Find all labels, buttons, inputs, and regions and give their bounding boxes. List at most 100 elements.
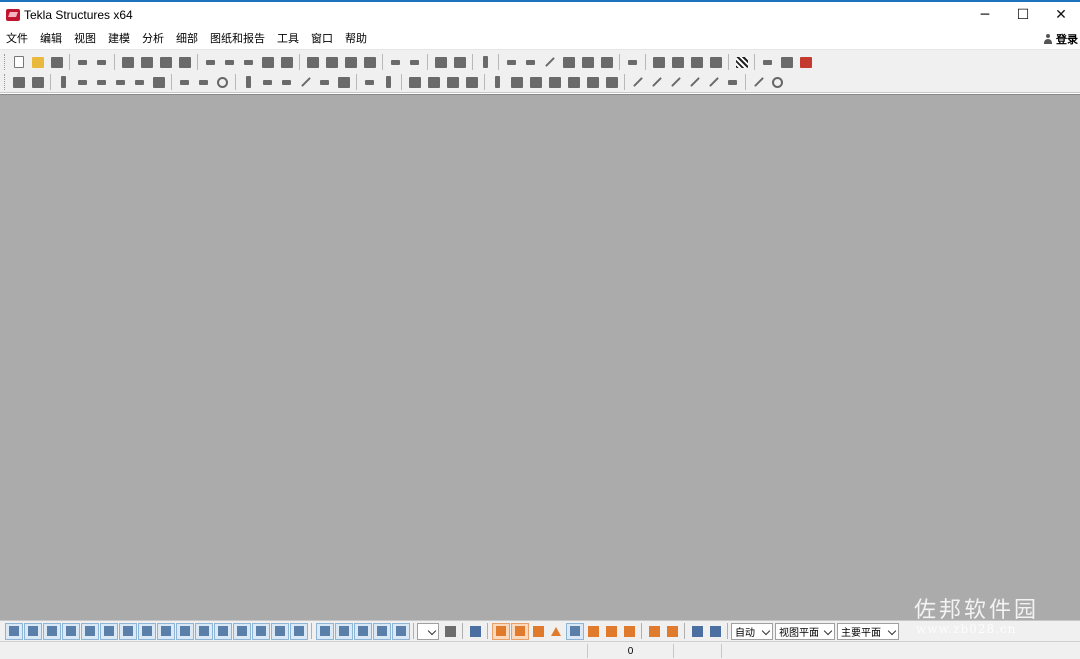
pour-button[interactable] bbox=[604, 74, 620, 90]
inquire-button[interactable] bbox=[478, 54, 494, 70]
undo-button[interactable] bbox=[75, 54, 91, 70]
menu-analysis[interactable]: 分析 bbox=[136, 28, 170, 50]
combine-parts-button[interactable] bbox=[566, 74, 582, 90]
menu-window[interactable]: 窗口 bbox=[305, 28, 339, 50]
view-properties-button[interactable] bbox=[222, 54, 238, 70]
snap-line-button[interactable] bbox=[630, 74, 646, 90]
snap-free-button[interactable] bbox=[664, 623, 680, 639]
components-button[interactable] bbox=[177, 54, 193, 70]
clash-check-button[interactable] bbox=[651, 54, 667, 70]
workplane-face-button[interactable] bbox=[343, 54, 359, 70]
move-button[interactable] bbox=[452, 54, 468, 70]
select-reference-models-button[interactable] bbox=[270, 622, 289, 640]
organizer-button[interactable] bbox=[798, 54, 814, 70]
snap-geometry-lines-button[interactable] bbox=[510, 622, 529, 640]
menu-modeling[interactable]: 建模 bbox=[102, 28, 136, 50]
orthogonal-beam-button[interactable] bbox=[317, 74, 333, 90]
tekla-app-icon[interactable] bbox=[6, 9, 20, 21]
copy-button[interactable] bbox=[433, 54, 449, 70]
snap-point-button[interactable] bbox=[725, 74, 741, 90]
snap-depth-dropdown[interactable]: 自动 bbox=[731, 622, 773, 640]
steel-beam-button[interactable] bbox=[260, 74, 276, 90]
add-to-assembly-button[interactable] bbox=[490, 74, 506, 90]
create-slab-button[interactable] bbox=[113, 74, 129, 90]
workplane-part-button[interactable] bbox=[324, 54, 340, 70]
select-grid-lines-button[interactable] bbox=[99, 622, 118, 640]
create-rebar-group-button[interactable] bbox=[196, 74, 212, 90]
menu-help[interactable]: 帮助 bbox=[339, 28, 373, 50]
weld-button[interactable] bbox=[407, 74, 423, 90]
steel-polybeam-button[interactable] bbox=[279, 74, 295, 90]
menu-tools[interactable]: 工具 bbox=[271, 28, 305, 50]
select-components-button[interactable] bbox=[289, 622, 308, 640]
select-objects-in-assembly-button[interactable] bbox=[315, 622, 334, 640]
twin-profile-button[interactable] bbox=[336, 74, 352, 90]
selection-filter-settings-button[interactable] bbox=[442, 623, 458, 639]
snap-center-button[interactable] bbox=[770, 74, 786, 90]
merge-parts-button[interactable] bbox=[528, 74, 544, 90]
select-objects-in-components-button[interactable] bbox=[334, 622, 353, 640]
select-cuts-button[interactable] bbox=[175, 622, 194, 640]
model-view-canvas[interactable] bbox=[0, 94, 1080, 620]
create-footing-button[interactable] bbox=[11, 74, 27, 90]
select-bolts-button[interactable] bbox=[213, 622, 232, 640]
menu-detailing[interactable]: 细部 bbox=[170, 28, 204, 50]
bolt-button[interactable] bbox=[381, 74, 397, 90]
select-assemblies-button[interactable] bbox=[353, 622, 372, 640]
select-tasks-button[interactable] bbox=[391, 622, 410, 640]
menu-edit[interactable]: 编辑 bbox=[34, 28, 68, 50]
snap-perpendicular-button[interactable] bbox=[706, 74, 722, 90]
select-parts-2-button[interactable] bbox=[118, 622, 137, 640]
snap-any-position-button[interactable] bbox=[621, 623, 637, 639]
toolbar-grip[interactable] bbox=[4, 54, 7, 70]
select-single-bolts-button[interactable] bbox=[232, 622, 251, 640]
menu-drawings-reports[interactable]: 图纸和报告 bbox=[204, 28, 271, 50]
new-model-button[interactable] bbox=[11, 54, 27, 70]
view-list-button[interactable] bbox=[241, 54, 257, 70]
material-catalog-button[interactable] bbox=[158, 54, 174, 70]
select-grids-button[interactable] bbox=[80, 622, 99, 640]
minimize-button[interactable]: ─ bbox=[966, 2, 1004, 28]
snap-reference-lines-button[interactable] bbox=[491, 622, 510, 640]
render-button[interactable] bbox=[734, 54, 750, 70]
login-button[interactable]: 登录 bbox=[1043, 28, 1078, 50]
maximize-button[interactable]: ☐ bbox=[1004, 2, 1042, 28]
select-points-button[interactable] bbox=[61, 622, 80, 640]
rotate-view-button[interactable] bbox=[407, 54, 423, 70]
fly-button[interactable] bbox=[388, 54, 404, 70]
select-hierarchic-button[interactable] bbox=[372, 622, 391, 640]
dimension-button[interactable] bbox=[504, 54, 520, 70]
create-concrete-item-button[interactable] bbox=[151, 74, 167, 90]
snap-center-points-button[interactable] bbox=[530, 623, 546, 639]
create-strip-footing-button[interactable] bbox=[30, 74, 46, 90]
select-all-button[interactable] bbox=[4, 622, 23, 640]
truck-button[interactable] bbox=[779, 54, 795, 70]
chamfer-button[interactable] bbox=[464, 74, 480, 90]
snap-intersection-button[interactable] bbox=[687, 74, 703, 90]
snap-perpendicular-points-button[interactable] bbox=[585, 623, 601, 639]
toolbar-grip[interactable] bbox=[4, 74, 7, 90]
snap-midpoints-button[interactable] bbox=[548, 623, 564, 639]
curved-beam-button[interactable] bbox=[298, 74, 314, 90]
dimension-free-button[interactable] bbox=[542, 54, 558, 70]
fitting-button[interactable] bbox=[426, 74, 442, 90]
contour-plate-button[interactable] bbox=[362, 74, 378, 90]
select-parts-button[interactable] bbox=[23, 622, 42, 640]
create-column-button[interactable] bbox=[56, 74, 72, 90]
snap-plane-button[interactable] bbox=[707, 623, 723, 639]
select-surface-button[interactable] bbox=[42, 622, 61, 640]
dimension-orthogonal-button[interactable] bbox=[523, 54, 539, 70]
dimension-arc-button[interactable] bbox=[580, 54, 596, 70]
redo-button[interactable] bbox=[94, 54, 110, 70]
dimension-radius-button[interactable] bbox=[599, 54, 615, 70]
menu-view[interactable]: 视图 bbox=[68, 28, 102, 50]
snap-override-button[interactable] bbox=[689, 623, 705, 639]
catalog-button[interactable] bbox=[120, 54, 136, 70]
export-button[interactable] bbox=[760, 54, 776, 70]
selection-filter-dropdown[interactable] bbox=[417, 622, 439, 640]
part-plane-dropdown[interactable]: 主要平面 bbox=[837, 622, 899, 640]
snap-line-extension-button[interactable] bbox=[603, 623, 619, 639]
cursor-select-button[interactable] bbox=[467, 623, 483, 639]
create-beam-button[interactable] bbox=[75, 74, 91, 90]
steel-column-button[interactable] bbox=[241, 74, 257, 90]
